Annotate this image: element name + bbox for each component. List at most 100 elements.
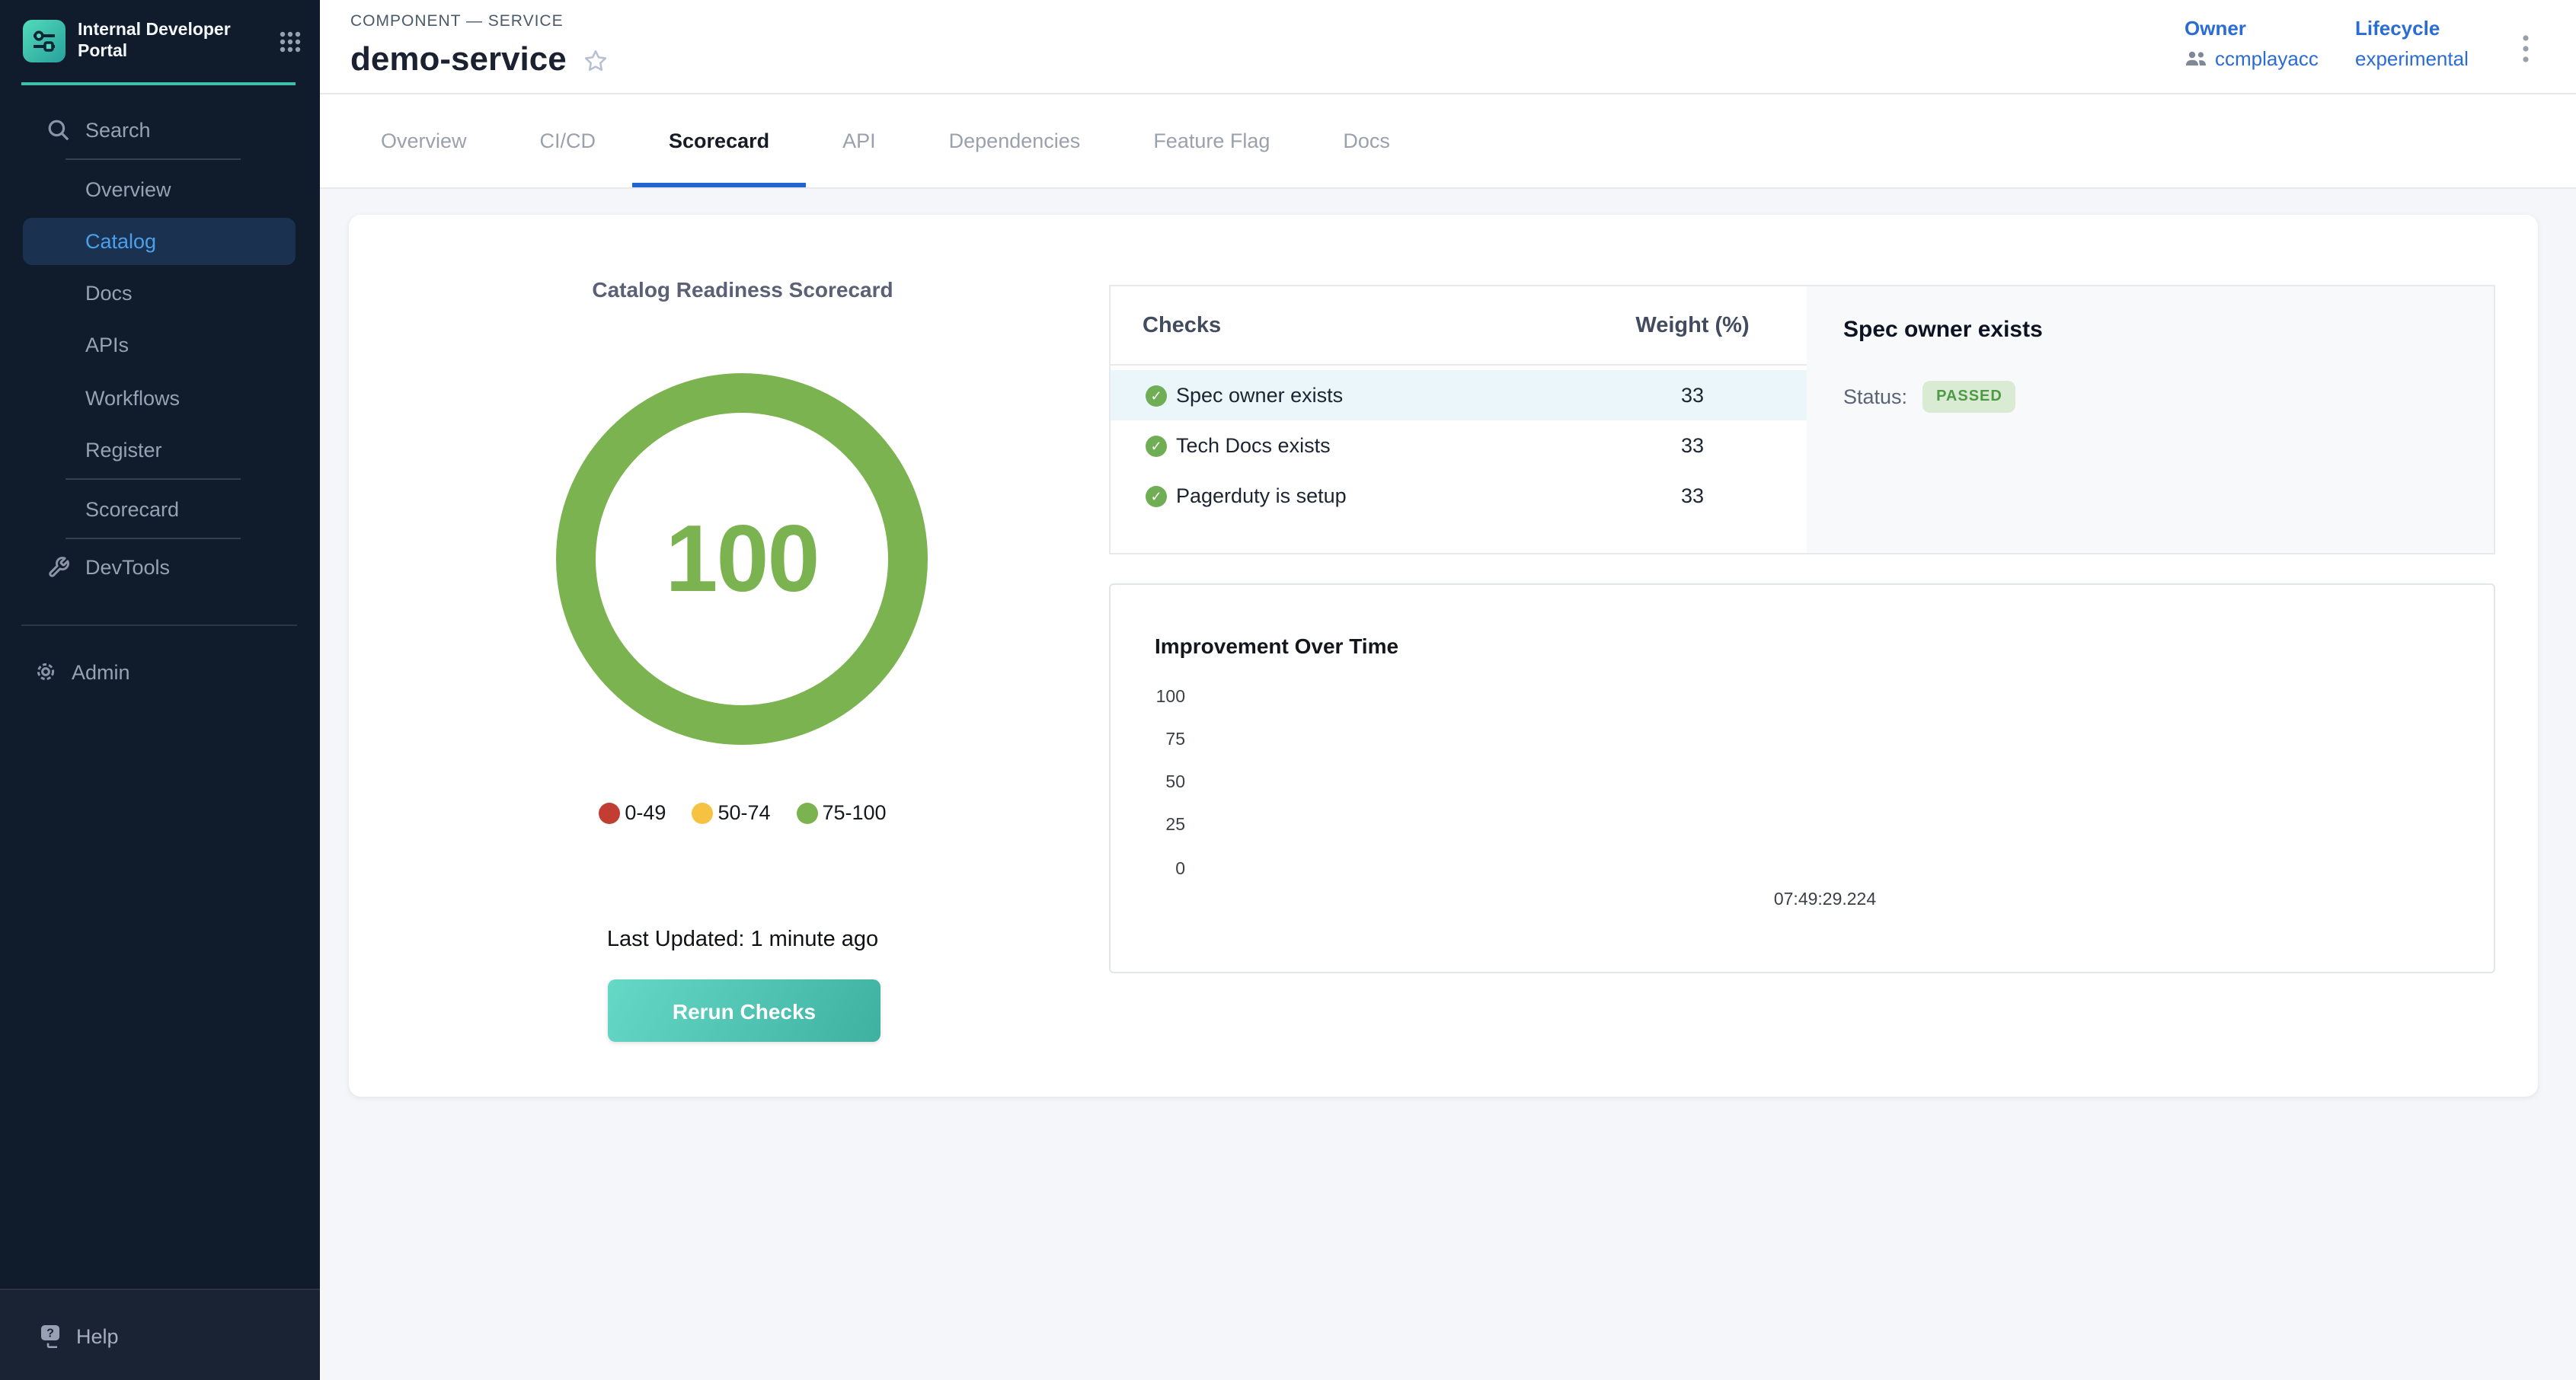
breadcrumb: COMPONENT — SERVICE (350, 12, 564, 30)
score-value: 100 (666, 505, 819, 613)
check-row-tech-docs[interactable]: ✓ Tech Docs exists 33 (1111, 420, 1807, 471)
owner-block: Owner ccmplayacc (2184, 17, 2319, 70)
entity-tabs: Overview CI/CD Scorecard API Dependencie… (320, 94, 2576, 189)
tab-label: Overview (381, 129, 467, 152)
checks-column-header: Checks (1143, 313, 1221, 337)
sidebar-item-help[interactable]: ? Help (0, 1315, 320, 1357)
help-chat-icon: ? (40, 1324, 66, 1348)
legend-label: 0-49 (625, 801, 666, 824)
checks-table-header: Checks Weight (%) (1111, 286, 1807, 366)
status-badge: PASSED (1922, 381, 2016, 413)
lifecycle-value: experimental (2355, 47, 2469, 70)
improvement-chart-card: Improvement Over Time 100 75 50 25 0 07:… (1109, 583, 2495, 973)
sidebar-item-label: APIs (85, 333, 129, 356)
check-detail-status-row: Status: PASSED (1843, 381, 2016, 413)
checks-panel: Checks Weight (%) ✓ Spec owner exists 33… (1109, 285, 2495, 554)
content-area: Catalog Readiness Scorecard 100 0-49 50-… (320, 189, 2576, 1380)
sidebar-item-label: Register (85, 438, 162, 461)
x-axis-tick: 07:49:29.224 (1703, 891, 1947, 909)
y-axis-tick: 0 (1124, 861, 1185, 879)
weight-column-header: Weight (%) (1578, 313, 1807, 337)
sidebar-item-overview[interactable]: Overview (0, 168, 320, 210)
app-window: Internal Developer Portal Search (0, 0, 2576, 1380)
sidebar-item-admin[interactable]: Admin (0, 650, 320, 693)
tab-cicd[interactable]: CI/CD (503, 94, 633, 187)
sidebar-item-register[interactable]: Register (0, 428, 320, 471)
svg-text:?: ? (46, 1327, 54, 1340)
sidebar-divider (21, 625, 297, 626)
y-axis-tick: 75 (1124, 731, 1185, 749)
owner-value[interactable]: ccmplayacc (2215, 47, 2319, 70)
sidebar: Internal Developer Portal Search (0, 0, 320, 1380)
legend-label: 75-100 (823, 801, 887, 824)
gear-icon (35, 661, 56, 682)
tab-label: CI/CD (540, 129, 596, 152)
tab-api[interactable]: API (806, 94, 912, 187)
sidebar-item-scorecard[interactable]: Scorecard (0, 487, 320, 530)
sidebar-item-label: Help (76, 1324, 119, 1347)
tab-feature-flag[interactable]: Feature Flag (1117, 94, 1306, 187)
y-axis-tick: 50 (1124, 774, 1185, 792)
favorite-star-icon[interactable] (582, 47, 609, 75)
tab-label: Feature Flag (1153, 129, 1270, 152)
lifecycle-label: Lifecycle (2355, 17, 2469, 40)
app-title: Internal Developer Portal (78, 19, 279, 63)
sidebar-item-label: Catalog (85, 230, 156, 253)
check-weight: 33 (1578, 434, 1807, 457)
rerun-checks-button[interactable]: Rerun Checks (608, 979, 881, 1042)
tab-label: Scorecard (669, 129, 769, 152)
sidebar-item-label: Overview (85, 177, 171, 200)
legend-item-mid: 50-74 (692, 801, 770, 824)
check-name: Spec owner exists (1176, 384, 1343, 407)
sidebar-search[interactable]: Search (0, 108, 320, 151)
tab-overview[interactable]: Overview (344, 94, 503, 187)
page-header: COMPONENT — SERVICE demo-service Owner c… (320, 0, 2576, 94)
tab-dependencies[interactable]: Dependencies (912, 94, 1117, 187)
sidebar-item-label: Docs (85, 281, 133, 304)
sidebar-item-docs[interactable]: Docs (0, 271, 320, 314)
check-detail-title: Spec owner exists (1843, 317, 2043, 343)
legend-item-low: 0-49 (599, 801, 666, 824)
checks-table: Checks Weight (%) ✓ Spec owner exists 33… (1111, 286, 1807, 553)
y-axis-tick: 25 (1124, 816, 1185, 835)
check-passed-icon: ✓ (1146, 485, 1167, 506)
sidebar-item-label: Workflows (85, 386, 180, 409)
legend-dot-amber (692, 802, 713, 823)
wrench-icon (47, 555, 70, 578)
check-passed-icon: ✓ (1146, 435, 1167, 456)
page-title: demo-service (350, 40, 567, 79)
tab-scorecard[interactable]: Scorecard (632, 94, 806, 187)
owner-label: Owner (2184, 17, 2319, 40)
check-detail-panel: Spec owner exists Status: PASSED (1807, 286, 2494, 553)
scorecard-card: Catalog Readiness Scorecard 100 0-49 50-… (349, 215, 2538, 1097)
sidebar-search-label: Search (85, 118, 151, 141)
logo-glyph (30, 27, 58, 55)
y-axis-tick: 100 (1124, 688, 1185, 707)
sidebar-item-label: DevTools (85, 555, 170, 578)
legend-item-high: 75-100 (797, 801, 887, 824)
sidebar-item-workflows[interactable]: Workflows (0, 376, 320, 419)
check-name: Tech Docs exists (1176, 434, 1331, 457)
sidebar-divider (66, 478, 241, 480)
legend-dot-red (599, 802, 620, 823)
sidebar-divider (66, 538, 241, 539)
sidebar-item-label: Admin (72, 660, 130, 683)
score-gauge: 100 (556, 373, 928, 745)
check-row-spec-owner[interactable]: ✓ Spec owner exists 33 (1111, 370, 1807, 420)
tab-docs[interactable]: Docs (1306, 94, 1427, 187)
chart-title: Improvement Over Time (1155, 634, 1398, 658)
sidebar-item-catalog[interactable]: Catalog (23, 218, 296, 265)
lifecycle-block: Lifecycle experimental (2355, 17, 2469, 70)
sidebar-item-apis[interactable]: APIs (0, 323, 320, 366)
tab-label: Docs (1343, 129, 1390, 152)
last-updated-text: Last Updated: 1 minute ago (349, 928, 1136, 952)
group-icon (2184, 50, 2207, 67)
sidebar-item-devtools[interactable]: DevTools (0, 545, 320, 588)
tab-label: API (842, 129, 876, 152)
check-row-pagerduty[interactable]: ✓ Pagerduty is setup 33 (1111, 471, 1807, 521)
app-logo (23, 20, 66, 62)
score-legend: 0-49 50-74 75-100 (349, 801, 1136, 824)
scorecard-title: Catalog Readiness Scorecard (349, 277, 1136, 302)
apps-grid-icon[interactable] (279, 30, 302, 53)
kebab-menu-icon[interactable] (2510, 27, 2541, 70)
